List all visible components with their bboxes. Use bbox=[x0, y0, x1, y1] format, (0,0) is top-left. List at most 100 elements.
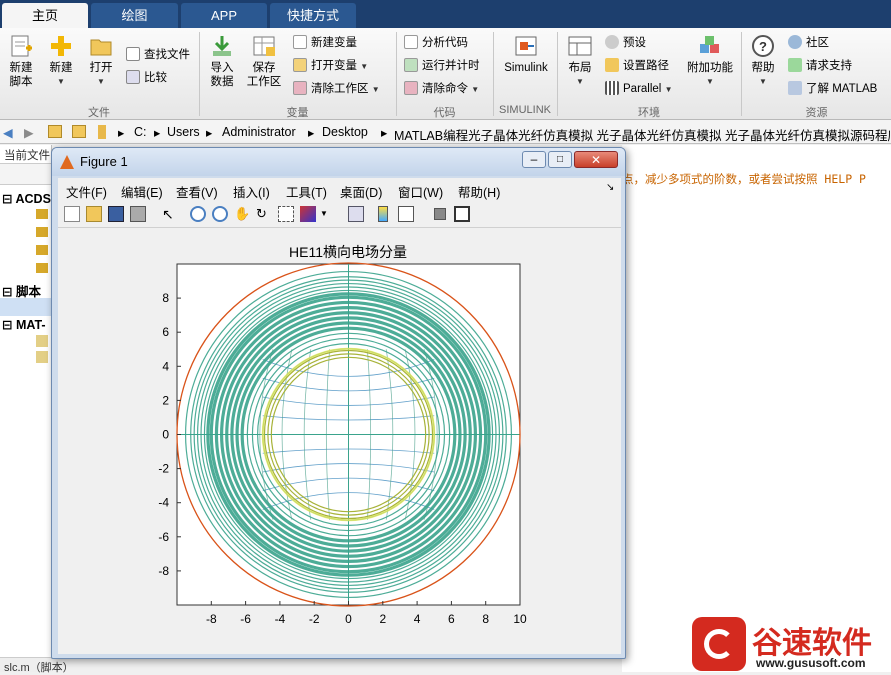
command-window[interactable]: 点，减少多项式的阶数，或者尝试按照 HELP P bbox=[622, 145, 891, 672]
figure-canvas[interactable]: HE11横向电场分量 -8 -6 -4 -2 0 2 4 6 8 10 -8 -6 -4 -2 0 2 4 6 8 bbox=[58, 228, 621, 654]
analyze-icon bbox=[404, 35, 418, 49]
simulink-label: Simulink bbox=[504, 62, 548, 74]
help-label: 帮助 bbox=[751, 62, 775, 74]
browse-folder-icon[interactable] bbox=[72, 125, 86, 138]
open-button[interactable]: 打开 ▼ bbox=[84, 34, 118, 89]
section-acds[interactable]: ⊟ ACDS bbox=[2, 191, 51, 206]
clear-workspace-button[interactable]: 清除工作区 ▼ bbox=[293, 80, 380, 98]
layout-button[interactable]: 布局 ▼ bbox=[564, 34, 596, 89]
legend-icon[interactable] bbox=[398, 206, 414, 222]
figure-toolbar: ↖ ✋ ↻ ▼ bbox=[58, 200, 621, 228]
close-button[interactable]: ✕ bbox=[574, 151, 618, 168]
simulink-button[interactable]: Simulink bbox=[500, 34, 552, 75]
set-path-button[interactable]: 设置路径 bbox=[605, 57, 669, 75]
stopwatch-icon bbox=[404, 58, 418, 72]
forward-icon[interactable]: ▶ bbox=[24, 125, 34, 140]
parallel-button[interactable]: Parallel ▼ bbox=[605, 80, 672, 98]
new-script-label: 新建 脚本 bbox=[9, 62, 33, 88]
menu-tools[interactable]: 工具(T) bbox=[286, 182, 327, 201]
print-icon[interactable] bbox=[130, 206, 146, 222]
selected-file-row[interactable] bbox=[0, 298, 52, 316]
pan-icon[interactable]: ✋ bbox=[234, 206, 250, 222]
save-workspace-icon bbox=[251, 34, 277, 58]
request-support-link[interactable]: 请求支持 bbox=[788, 57, 852, 75]
address-bar[interactable]: ◀ ▶ ▸ C: ▸ Users ▸ Administrator ▸ Deskt… bbox=[0, 120, 891, 144]
separator-icon: ▸ bbox=[308, 126, 315, 140]
tab-home[interactable]: 主页 bbox=[2, 3, 88, 28]
compare-button[interactable]: 比较 bbox=[126, 69, 167, 87]
chevron-down-icon[interactable]: ▼ bbox=[320, 206, 336, 222]
data-cursor-icon[interactable] bbox=[278, 206, 294, 222]
hide-tools-icon[interactable] bbox=[434, 208, 446, 220]
gear-icon bbox=[605, 35, 619, 49]
crumb-desktop[interactable]: Desktop bbox=[322, 125, 368, 139]
menu-file[interactable]: 文件(F) bbox=[66, 182, 107, 201]
cursor-icon[interactable]: ↖ bbox=[162, 206, 178, 222]
ribbon: 新建 脚本 新建 ▼ 打开 ▼ 查找文件 比较 文件 导入 数据 保存 工作区 … bbox=[0, 28, 891, 120]
simulink-icon bbox=[513, 34, 539, 58]
crumb-drive[interactable]: C: bbox=[134, 125, 147, 139]
figure-menubar: 文件(F) 编辑(E) 查看(V) 插入(I) 工具(T) 桌面(D) 窗口(W… bbox=[58, 178, 621, 200]
x-tick-label: -2 bbox=[309, 612, 320, 626]
clear-workspace-label: 清除工作区 bbox=[311, 83, 369, 95]
zoom-out-icon[interactable] bbox=[212, 206, 228, 222]
x-tick-label: -4 bbox=[275, 612, 286, 626]
new-script-button[interactable]: 新建 脚本 bbox=[4, 34, 38, 89]
crumb-administrator[interactable]: Administrator bbox=[222, 125, 296, 139]
learn-icon bbox=[788, 81, 802, 95]
open-file-icon[interactable] bbox=[86, 206, 102, 222]
help-button[interactable]: ? 帮助 ▼ bbox=[746, 34, 780, 89]
crumb-project-folder[interactable]: MATLAB编程光子晶体光纤仿真模拟 光子晶体光纤仿真模拟 光子晶体光纤仿真模拟… bbox=[394, 125, 890, 144]
contour-plot[interactable]: HE11横向电场分量 -8 -6 -4 -2 0 2 4 6 8 10 -8 -6 -4 -2 0 2 4 6 8 bbox=[58, 228, 621, 654]
menu-help[interactable]: 帮助(H) bbox=[458, 182, 500, 201]
figure-window[interactable]: Figure 1 – □ ✕ 文件(F) 编辑(E) 查看(V) 插入(I) 工… bbox=[51, 147, 626, 659]
community-link[interactable]: 社区 bbox=[788, 34, 829, 52]
group-file-label: 文件 bbox=[88, 107, 110, 119]
new-button[interactable]: 新建 ▼ bbox=[44, 34, 78, 89]
menu-window[interactable]: 窗口(W) bbox=[398, 182, 443, 201]
x-tick-label: 6 bbox=[448, 612, 455, 626]
find-files-button[interactable]: 查找文件 bbox=[126, 46, 190, 64]
menu-view[interactable]: 查看(V) bbox=[176, 182, 218, 201]
brush-icon[interactable] bbox=[300, 206, 316, 222]
learn-matlab-link[interactable]: 了解 MATLAB bbox=[788, 80, 877, 98]
tab-apps[interactable]: APP bbox=[181, 3, 267, 28]
tab-shortcuts[interactable]: 快捷方式 bbox=[270, 3, 356, 28]
colorbar-icon[interactable] bbox=[378, 206, 388, 222]
section-mat-label: MAT- bbox=[15, 318, 46, 332]
addons-label: 附加功能 bbox=[687, 62, 733, 74]
up-folder-icon[interactable] bbox=[48, 125, 62, 138]
analyze-code-button[interactable]: 分析代码 bbox=[404, 34, 468, 52]
chevron-down-icon: ▼ bbox=[371, 85, 380, 94]
show-tools-icon[interactable] bbox=[454, 206, 470, 222]
section-mat[interactable]: ⊟ MAT- bbox=[2, 317, 52, 332]
menu-desktop[interactable]: 桌面(D) bbox=[340, 182, 382, 201]
x-tick-label: 10 bbox=[513, 612, 527, 626]
new-figure-icon[interactable] bbox=[64, 206, 80, 222]
addons-button[interactable]: 附加功能 ▼ bbox=[686, 34, 734, 89]
new-variable-button[interactable]: 新建变量 bbox=[293, 34, 357, 52]
back-icon[interactable]: ◀ bbox=[3, 125, 13, 140]
maximize-button[interactable]: □ bbox=[548, 151, 572, 168]
figure-titlebar[interactable]: Figure 1 – □ ✕ bbox=[52, 148, 625, 176]
save-icon[interactable] bbox=[108, 206, 124, 222]
link-plot-icon[interactable] bbox=[348, 206, 364, 222]
chevron-down-icon: ▼ bbox=[576, 77, 584, 86]
run-and-time-button[interactable]: 运行并计时 bbox=[404, 57, 480, 75]
run-and-time-label: 运行并计时 bbox=[422, 60, 480, 72]
save-workspace-button[interactable]: 保存 工作区 bbox=[245, 34, 283, 89]
zoom-in-icon[interactable] bbox=[190, 206, 206, 222]
rotate-icon[interactable]: ↻ bbox=[256, 206, 272, 222]
minimize-button[interactable]: – bbox=[522, 151, 546, 168]
tab-plots[interactable]: 绘图 bbox=[91, 3, 178, 28]
menu-insert[interactable]: 插入(I) bbox=[233, 182, 270, 201]
import-data-button[interactable]: 导入 数据 bbox=[205, 34, 239, 89]
y-tick-label: -8 bbox=[158, 564, 169, 578]
clear-commands-label: 清除命令 bbox=[422, 83, 468, 95]
crumb-users[interactable]: Users bbox=[167, 125, 200, 139]
clear-commands-button[interactable]: 清除命令 ▼ bbox=[404, 80, 479, 98]
dock-arrow-icon[interactable]: ↘ bbox=[606, 182, 614, 193]
open-variable-button[interactable]: 打开变量 ▼ bbox=[293, 57, 368, 75]
preferences-button[interactable]: 预设 bbox=[605, 34, 646, 52]
menu-edit[interactable]: 编辑(E) bbox=[121, 182, 163, 201]
